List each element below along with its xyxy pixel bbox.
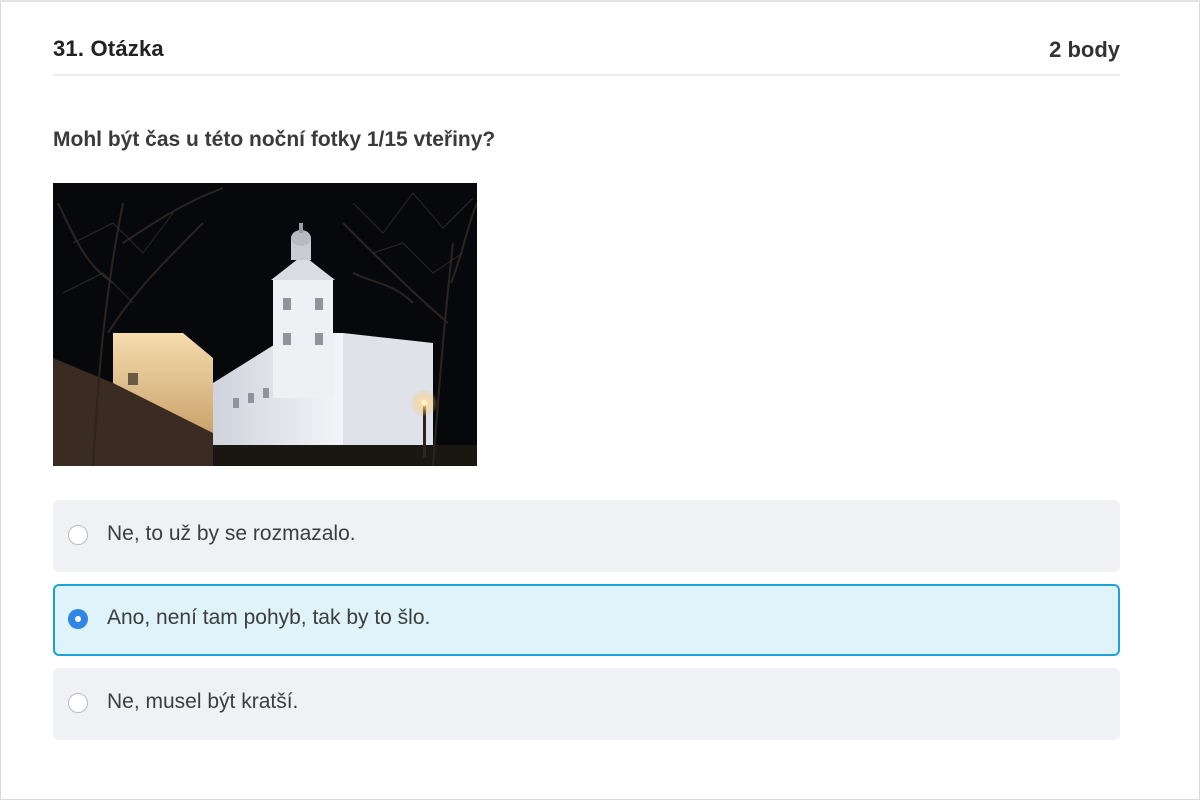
question-points: 2 body (1049, 37, 1120, 62)
night-photo-illustration (53, 183, 477, 466)
answer-option-2[interactable]: Ano, není tam pohyb, tak by to šlo. (53, 584, 1120, 656)
radio-unselected-icon[interactable] (68, 693, 88, 713)
answer-option-3[interactable]: Ne, musel být kratší. (53, 668, 1120, 740)
question-text: Mohl být čas u této noční fotky 1/15 vte… (53, 128, 496, 151)
answer-option-1[interactable]: Ne, to už by se rozmazalo. (53, 500, 1120, 572)
radio-selected-icon[interactable] (68, 609, 88, 629)
top-border (0, 0, 1200, 2)
question-photo (53, 183, 477, 466)
answer-label: Ne, musel být kratší. (107, 690, 299, 713)
question-number: 31. Otázka (53, 36, 164, 61)
question-header: 31. Otázka 2 body (53, 30, 1120, 76)
answer-label: Ne, to už by se rozmazalo. (107, 522, 356, 545)
answer-list: Ne, to už by se rozmazalo. Ano, není tam… (53, 500, 1120, 752)
answer-label: Ano, není tam pohyb, tak by to šlo. (107, 606, 431, 629)
radio-unselected-icon[interactable] (68, 525, 88, 545)
